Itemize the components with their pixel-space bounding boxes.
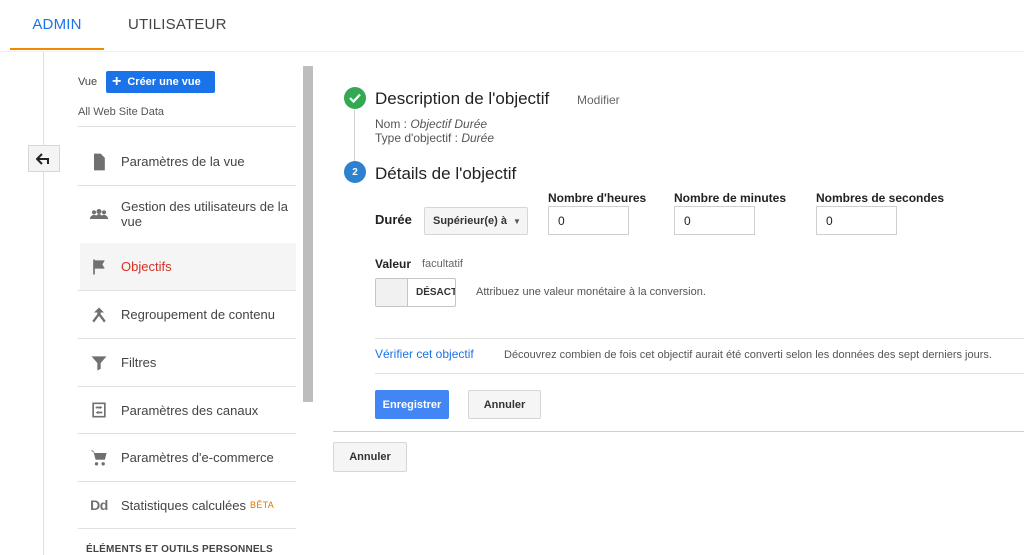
dd-icon-text: Dd bbox=[90, 497, 108, 513]
value-optional-label: facultatif bbox=[422, 258, 463, 270]
back-arrow-icon bbox=[36, 152, 49, 165]
dd-icon: Dd bbox=[87, 493, 111, 517]
check-icon bbox=[344, 87, 366, 109]
beta-badge: BÊTA bbox=[250, 500, 275, 510]
create-view-label: Créer une vue bbox=[127, 76, 201, 88]
filter-icon bbox=[87, 351, 111, 375]
comparison-select-value: Supérieur(e) à bbox=[433, 215, 507, 227]
users-icon bbox=[87, 202, 111, 226]
divider bbox=[333, 431, 1024, 432]
sidebar-divider bbox=[78, 528, 296, 529]
sidebar-item-goals[interactable]: Objectifs bbox=[80, 243, 296, 290]
sidebar-item-content-grouping[interactable]: Regroupement de contenu bbox=[80, 291, 296, 338]
duration-label: Durée bbox=[375, 212, 412, 227]
sidebar-item-user-management[interactable]: Gestion des utilisateurs de la vue bbox=[80, 186, 296, 242]
cart-icon bbox=[87, 446, 111, 470]
save-button[interactable]: Enregistrer bbox=[375, 390, 449, 419]
tab-admin[interactable]: ADMIN bbox=[10, 0, 104, 50]
seconds-input[interactable] bbox=[816, 206, 897, 235]
sidebar-item-calculated-metrics[interactable]: Dd Statistiques calculées BÊTA bbox=[80, 482, 296, 528]
channels-icon bbox=[87, 398, 111, 422]
sidebar-guide-line bbox=[43, 52, 44, 555]
sidebar-item-label: Filtres bbox=[121, 355, 157, 370]
goal-details-heading: Détails de l'objectif bbox=[375, 164, 517, 183]
view-name: All Web Site Data bbox=[78, 106, 165, 118]
goal-description-heading: Description de l'objectif bbox=[375, 89, 550, 108]
top-tabs: ADMIN UTILISATEUR bbox=[0, 0, 1024, 52]
flag-icon bbox=[87, 255, 111, 279]
hours-label: Nombre d'heures bbox=[548, 191, 647, 205]
verify-goal-hint: Découvrez combien de fois cet objectif a… bbox=[504, 349, 992, 361]
sidebar-item-ecommerce-settings[interactable]: Paramètres d'e-commerce bbox=[80, 434, 296, 481]
sidebar-item-label: Paramètres de la vue bbox=[121, 154, 245, 169]
sidebar-item-channel-settings[interactable]: Paramètres des canaux bbox=[80, 387, 296, 433]
verify-goal-link[interactable]: Vérifier cet objectif bbox=[375, 347, 474, 361]
view-label: Vue bbox=[78, 76, 98, 88]
tab-user[interactable]: UTILISATEUR bbox=[128, 0, 227, 50]
sidebar-item-label: Objectifs bbox=[121, 259, 172, 274]
goal-type-value: Durée bbox=[461, 131, 495, 145]
value-label: Valeur bbox=[375, 257, 412, 271]
value-toggle[interactable]: DÉSACT bbox=[375, 278, 456, 307]
minutes-input[interactable] bbox=[674, 206, 755, 235]
back-button[interactable] bbox=[28, 145, 60, 172]
goal-name-line: Nom : Objectif Durée bbox=[375, 117, 488, 131]
sidebar-divider bbox=[78, 126, 296, 127]
merge-icon bbox=[87, 303, 111, 327]
caret-down-icon: ▼ bbox=[512, 216, 521, 226]
document-icon bbox=[87, 150, 111, 174]
modify-link[interactable]: Modifier bbox=[577, 93, 620, 107]
divider bbox=[375, 338, 1024, 339]
step-number-badge: 2 bbox=[344, 161, 366, 183]
plus-icon: + bbox=[112, 73, 122, 90]
sidebar-item-filters[interactable]: Filtres bbox=[80, 339, 296, 386]
toggle-state-label: DÉSACT bbox=[416, 287, 456, 298]
value-hint: Attribuez une valeur monétaire à la conv… bbox=[476, 286, 706, 298]
hours-input[interactable] bbox=[548, 206, 629, 235]
comparison-select[interactable]: Supérieur(e) à ▼ bbox=[424, 207, 528, 235]
goal-name-value: Objectif Durée bbox=[410, 117, 488, 131]
sidebar-scrollbar[interactable] bbox=[303, 66, 313, 402]
seconds-label: Nombres de secondes bbox=[816, 191, 945, 205]
divider bbox=[375, 373, 1024, 374]
toggle-knob bbox=[376, 279, 408, 306]
sidebar-item-label: Regroupement de contenu bbox=[121, 307, 275, 322]
cancel-button[interactable]: Annuler bbox=[333, 442, 407, 472]
step-connector bbox=[354, 110, 355, 162]
minutes-label: Nombre de minutes bbox=[674, 191, 787, 205]
sidebar-item-label: Gestion des utilisateurs de la vue bbox=[121, 199, 288, 229]
goal-type-line: Type d'objectif : Durée bbox=[375, 131, 495, 145]
sidebar-item-label: Statistiques calculées bbox=[121, 497, 247, 513]
sidebar-item-view-settings[interactable]: Paramètres de la vue bbox=[80, 138, 296, 185]
sidebar-item-label: Paramètres des canaux bbox=[121, 402, 259, 418]
cancel-step-button[interactable]: Annuler bbox=[468, 390, 541, 419]
sidebar-item-label: Paramètres d'e-commerce bbox=[121, 450, 274, 465]
personal-tools-section-title: ÉLÉMENTS ET OUTILS PERSONNELS bbox=[86, 544, 273, 555]
create-view-button[interactable]: + Créer une vue bbox=[106, 71, 215, 93]
